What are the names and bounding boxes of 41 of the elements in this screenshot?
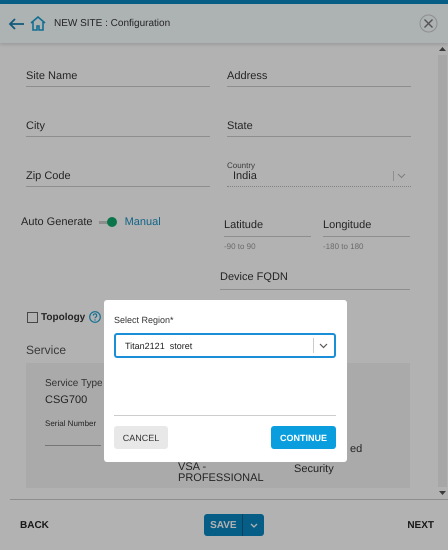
input-field[interactable]: Zip Code	[26, 161, 210, 187]
chevron-down-icon	[393, 171, 407, 181]
service-type-value: CSG700	[45, 395, 88, 406]
next-button[interactable]: NEXT	[407, 516, 434, 534]
topology-label: Topology	[41, 312, 86, 322]
topology-checkbox[interactable]	[27, 312, 38, 322]
country-label: Country	[227, 161, 256, 170]
cancel-button[interactable]: CANCEL	[114, 426, 168, 449]
input-field[interactable]: Longitude	[323, 217, 410, 237]
serial-number-label: Serial Number	[45, 419, 98, 428]
chevron-down-icon	[319, 342, 328, 348]
service-type-label: Service Type	[45, 378, 104, 389]
service-name: Security	[294, 464, 335, 475]
input-field[interactable]: Address	[227, 61, 411, 87]
auto-generate-label: Auto Generate	[21, 216, 93, 228]
input-field[interactable]: Latitude	[224, 217, 311, 237]
device-fqdn-field[interactable]: Device FQDN	[220, 271, 410, 290]
hint-text: -180 to 180	[323, 242, 364, 251]
back-button[interactable]: BACK	[20, 516, 49, 534]
toggle-switch[interactable]	[98, 217, 117, 227]
input-field[interactable]: State	[227, 111, 411, 137]
home-icon[interactable]	[30, 16, 46, 31]
input-field[interactable]: City	[26, 111, 210, 137]
country-value: India	[233, 170, 257, 182]
service-name: ed	[349, 444, 364, 455]
service-name: VSA - PROFESSIONAL	[178, 462, 265, 484]
close-icon[interactable]	[419, 14, 438, 33]
save-options-button[interactable]	[243, 514, 264, 536]
input-field[interactable]: Site Name	[26, 61, 210, 87]
section-title: Service	[26, 343, 66, 357]
select-region-label: Select Region*	[114, 315, 175, 325]
window-title: NEW SITE : Configuration	[54, 18, 172, 29]
back-arrow-icon[interactable]	[8, 18, 25, 30]
help-icon[interactable]	[89, 311, 102, 323]
country-select[interactable]: Country India	[227, 161, 411, 187]
hint-text: -90 to 90	[224, 242, 257, 251]
scroll-down-icon[interactable]	[439, 491, 446, 495]
manual-label: Manual	[124, 216, 161, 228]
caret-icon	[250, 522, 258, 528]
scroll-up-icon[interactable]	[439, 47, 446, 51]
region-select[interactable]: Titan2121 storet	[114, 333, 336, 358]
